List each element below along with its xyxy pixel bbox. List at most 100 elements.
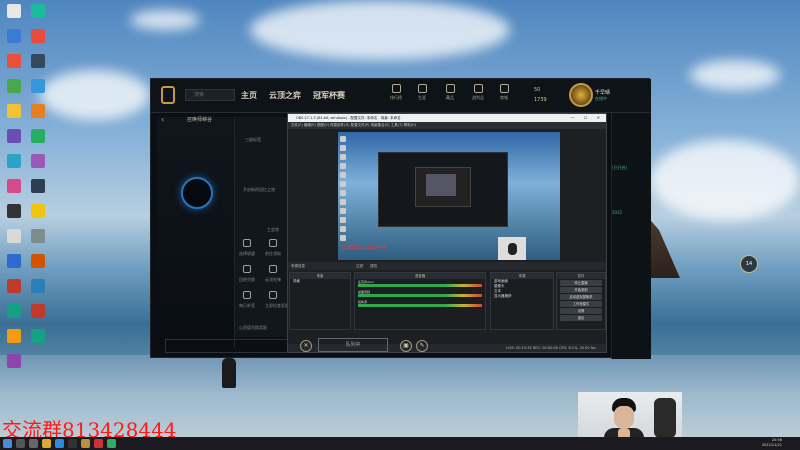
obs-menu-bar[interactable]: 文件(F) 编辑(E) 视图(V) 停靠部件(D) 配置文件(P) 场景集合(S… [288, 122, 606, 129]
queue-status-button[interactable]: 队列中 [318, 338, 388, 352]
desktop-icon[interactable] [3, 304, 25, 318]
taskbar-clock[interactable]: 20:56 2022/11/21 [762, 438, 782, 448]
back-arrow-icon[interactable]: ‹ [161, 115, 164, 124]
store-button[interactable]: 商城 [493, 84, 515, 101]
app-taskbar-icon[interactable] [107, 439, 116, 448]
app-taskbar-icon[interactable] [94, 439, 103, 448]
search-icon[interactable] [16, 439, 25, 448]
desktop-icon[interactable] [3, 29, 25, 43]
app-icon [31, 4, 45, 18]
controls-dock[interactable]: 控件 停止直播 开始录制 启动虚拟摄像机 工作室模式 设置 退出 [556, 272, 606, 330]
desktop-icon[interactable] [27, 279, 49, 293]
window-controls[interactable]: — ☐ ✕ [571, 114, 604, 122]
mixer-channel[interactable]: 麦克风/Aux [358, 280, 482, 289]
nav-tab-home[interactable]: 主页 [241, 90, 257, 101]
desktop-icon[interactable] [27, 54, 49, 68]
desktop-icon[interactable] [27, 79, 49, 93]
chat-icon[interactable]: ▣ [400, 340, 412, 352]
desktop-icon[interactable] [27, 104, 49, 118]
app-icon [7, 304, 21, 318]
event-icon[interactable] [243, 291, 251, 299]
desktop-icon[interactable] [3, 329, 25, 343]
event-icon[interactable] [243, 265, 251, 273]
sources-dock[interactable]: 来源 游戏画面 摄像头 文本 显示器捕获 [490, 272, 554, 330]
desktop-icon[interactable] [3, 354, 25, 368]
app-icon [31, 254, 45, 268]
desktop-icon[interactable] [3, 129, 25, 143]
task-view-icon[interactable] [29, 439, 38, 448]
loot-button[interactable]: 战利品 [467, 84, 489, 101]
desktop-icon[interactable] [3, 54, 25, 68]
nested-preview-deep [426, 174, 456, 196]
app-icon [7, 54, 21, 68]
desktop-icon[interactable] [3, 104, 25, 118]
profile-button[interactable]: 生涯 [411, 84, 433, 101]
exit-button[interactable]: 退出 [560, 315, 602, 321]
event-icon[interactable] [243, 239, 251, 247]
start-recording-button[interactable]: 开始录制 [560, 287, 602, 293]
event-icon[interactable] [269, 265, 277, 273]
desktop-icon[interactable] [3, 254, 25, 268]
desktop-icon[interactable] [27, 154, 49, 168]
username: 千早晴 [595, 90, 611, 96]
obs-source-info-bar: 来源信息 过滤 属性 [288, 262, 606, 270]
lol-search-input[interactable]: 搜索 [185, 89, 235, 101]
scenes-dock[interactable]: 场景 场景 [289, 272, 351, 330]
studio-mode-button[interactable]: 工作室模式 [560, 301, 602, 307]
browser-icon[interactable] [55, 439, 64, 448]
desktop-icon[interactable] [3, 4, 25, 18]
desktop-icon[interactable] [3, 179, 25, 193]
source-item[interactable]: 显示器捕获 [491, 294, 553, 299]
mixer-channel[interactable]: 桌面音频 [358, 290, 482, 299]
desktop-icon[interactable] [27, 229, 49, 243]
nav-tab-tft[interactable]: 云顶之弈 [269, 90, 301, 101]
desktop-icon[interactable] [27, 29, 49, 43]
profile-icon [417, 84, 427, 93]
stop-streaming-button[interactable]: 停止直播 [560, 280, 602, 286]
event-icon[interactable] [269, 239, 277, 247]
desktop-icon[interactable] [27, 304, 49, 318]
nested-preview [378, 152, 508, 227]
desktop-icon[interactable] [27, 254, 49, 268]
obs-window[interactable]: OBS 27.1.3 (64-bit, windows) - 配置文件: 未命名… [287, 113, 607, 353]
mastery-badge[interactable]: 14 [740, 255, 758, 273]
leaderboard-button[interactable]: 排行榜 [385, 84, 407, 101]
lol-logo-icon[interactable] [161, 86, 175, 104]
app-icon [7, 204, 21, 218]
desktop-icon[interactable] [3, 229, 25, 243]
loot-icon [473, 84, 483, 93]
nav-tab-clash[interactable]: 冠军杯赛 [313, 90, 345, 101]
scene-item[interactable]: 场景 [290, 279, 350, 284]
explorer-icon[interactable] [42, 439, 51, 448]
store-icon [499, 84, 509, 93]
app-icon [31, 54, 45, 68]
lol-taskbar-icon[interactable] [81, 439, 90, 448]
mixer-dock[interactable]: 混音器 麦克风/Aux 桌面音频 媒体源 [354, 272, 486, 330]
desktop-icon[interactable] [27, 129, 49, 143]
virtual-camera-button[interactable]: 启动虚拟摄像机 [560, 294, 602, 300]
user-status[interactable]: 在线中 [595, 96, 607, 102]
start-icon[interactable] [3, 439, 12, 448]
collection-icon [445, 84, 455, 93]
desktop-icon[interactable] [3, 79, 25, 93]
close-queue-icon[interactable]: ✕ [300, 340, 312, 352]
mixer-channel[interactable]: 媒体源 [358, 300, 482, 309]
obs-taskbar-icon[interactable] [68, 439, 77, 448]
desktop-icon[interactable] [3, 204, 25, 218]
obs-preview[interactable]: 交流群813428444 [338, 132, 560, 260]
nested-preview-inner [415, 167, 471, 207]
avatar[interactable] [569, 83, 593, 107]
collection-button[interactable]: 藏品 [439, 84, 461, 101]
desktop-icon[interactable] [27, 179, 49, 193]
edit-icon[interactable]: ✎ [416, 340, 428, 352]
desktop-icon[interactable] [27, 4, 49, 18]
event-icon[interactable] [269, 291, 277, 299]
desktop-icon[interactable] [27, 204, 49, 218]
desktop-icon[interactable] [3, 279, 25, 293]
settings-button[interactable]: 设置 [560, 308, 602, 314]
app-icon [7, 129, 21, 143]
mode-select-panel [157, 117, 235, 347]
chat-bar[interactable] [165, 339, 291, 353]
desktop-icon[interactable] [3, 154, 25, 168]
desktop-icon[interactable] [27, 329, 49, 343]
